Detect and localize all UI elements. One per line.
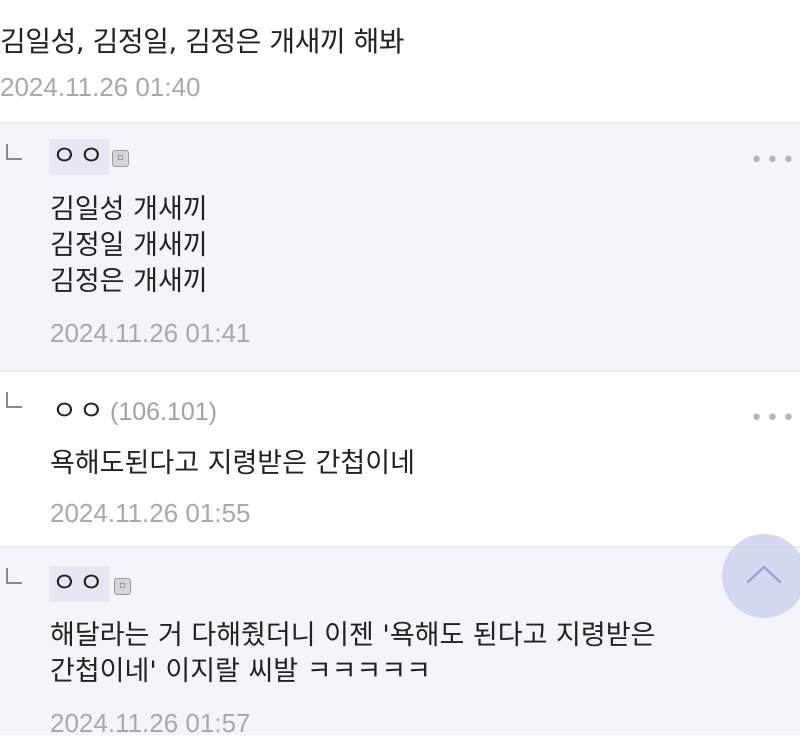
chevron-up-icon [746,565,782,584]
reply-indent-icon [6,392,22,408]
more-dots-icon[interactable]: ••• [750,148,798,173]
comment-item: ㅇㅇ ▫ ••• 김일성 개새끼 김정일 개새끼 김정은 개새끼 2024.11… [0,122,800,370]
scroll-top-button[interactable] [722,534,800,618]
member-badge-icon: ▫ [112,150,129,167]
comment-item: ㅇㅇ ▫ 해달라는 거 다해줬더니 이젠 '욕해도 된다고 지령받은 간첩이네'… [0,546,800,738]
comment-body: 욕해도된다고 지령받은 간첩이네 [50,448,415,479]
post-timestamp: 2024.11.26 01:40 [0,72,201,102]
comment-nickname[interactable]: ㅇㅇ [49,566,109,602]
divider [0,122,800,124]
comment-timestamp: 2024.11.26 01:55 [50,498,251,528]
comment-timestamp: 2024.11.26 01:41 [50,318,251,348]
reply-indent-icon [6,144,22,160]
divider [0,370,800,372]
post: 김일성, 김정일, 김정은 개새끼 해봐 2024.11.26 01:40 [0,0,800,122]
comment-body: 해달라는 거 다해줬더니 이젠 '욕해도 된다고 지령받은 간첩이네' 이지랄 … [50,620,656,687]
comment-ip: (106.101) [110,398,218,426]
comment-body: 김일성 개새끼 김정일 개새끼 김정은 개새끼 [50,194,208,297]
post-text: 김일성, 김정일, 김정은 개새끼 해봐 [0,25,405,58]
comment-timestamp: 2024.11.26 01:57 [50,708,251,738]
member-badge-icon: ▫ [114,578,131,595]
comment-item: ㅇㅇ (106.101) ••• 욕해도된다고 지령받은 간첩이네 2024.1… [0,370,800,546]
reply-indent-icon [6,568,22,584]
comment-nickname[interactable]: ㅇㅇ [49,139,109,175]
more-dots-icon[interactable]: ••• [750,406,798,431]
divider [0,546,800,548]
comment-nickname[interactable]: ㅇㅇ [49,394,109,430]
